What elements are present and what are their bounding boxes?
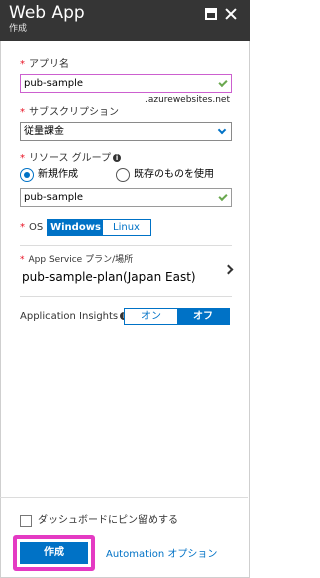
subscription-label: * サブスクリプション bbox=[20, 107, 119, 118]
os-toggle: Windows Linux bbox=[47, 219, 151, 236]
app-insights-off-button[interactable]: オフ bbox=[177, 309, 229, 324]
os-windows-button[interactable]: Windows bbox=[48, 220, 103, 235]
app-name-label: * アプリ名 bbox=[20, 59, 69, 70]
app-service-plan-label: * App Service プラン/場所 bbox=[20, 255, 134, 265]
divider bbox=[20, 296, 232, 297]
required-marker: * bbox=[20, 153, 25, 164]
subscription-select[interactable]: 従量課金 bbox=[20, 122, 232, 141]
os-label: * OS bbox=[20, 222, 44, 233]
pin-to-dashboard-label: ダッシュボードにピン留めする bbox=[38, 515, 178, 526]
blade-header: Web App 作成 bbox=[0, 0, 250, 41]
required-marker: * bbox=[20, 255, 25, 265]
app-insights-on-button[interactable]: オン bbox=[125, 309, 177, 324]
info-icon[interactable]: i bbox=[113, 154, 122, 162]
check-icon bbox=[218, 77, 228, 88]
radio-unselected-icon bbox=[116, 168, 130, 182]
divider bbox=[20, 245, 232, 246]
create-button[interactable]: 作成 bbox=[20, 542, 88, 564]
app-insights-label: Application Insightsi bbox=[20, 311, 129, 323]
footer-divider bbox=[0, 497, 248, 498]
maximize-icon[interactable] bbox=[205, 8, 217, 20]
resource-group-label: * リソース グループ i bbox=[20, 153, 122, 165]
required-marker: * bbox=[20, 222, 25, 233]
check-icon bbox=[218, 191, 228, 202]
app-insights-toggle: オン オフ bbox=[124, 308, 230, 325]
radio-use-existing[interactable]: 既存のものを使用 bbox=[116, 168, 214, 182]
domain-suffix: .azurewebsites.net bbox=[144, 95, 230, 105]
close-icon[interactable] bbox=[225, 8, 237, 20]
required-marker: * bbox=[20, 59, 25, 70]
chevron-down-icon bbox=[217, 125, 227, 135]
app-name-input[interactable]: pub-sample bbox=[20, 74, 232, 93]
automation-options-link[interactable]: Automation オプション bbox=[106, 549, 217, 561]
radio-create-new[interactable]: 新規作成 bbox=[20, 168, 78, 182]
app-service-plan-value[interactable]: pub-sample-plan(Japan East) bbox=[22, 269, 196, 285]
radio-selected-icon bbox=[20, 168, 34, 182]
required-marker: * bbox=[20, 107, 25, 118]
os-linux-button[interactable]: Linux bbox=[103, 220, 150, 235]
blade-subtitle: 作成 bbox=[9, 24, 28, 34]
pin-to-dashboard-checkbox[interactable] bbox=[20, 515, 32, 527]
blade-title: Web App bbox=[9, 3, 85, 23]
resource-group-input[interactable]: pub-sample bbox=[20, 188, 232, 207]
